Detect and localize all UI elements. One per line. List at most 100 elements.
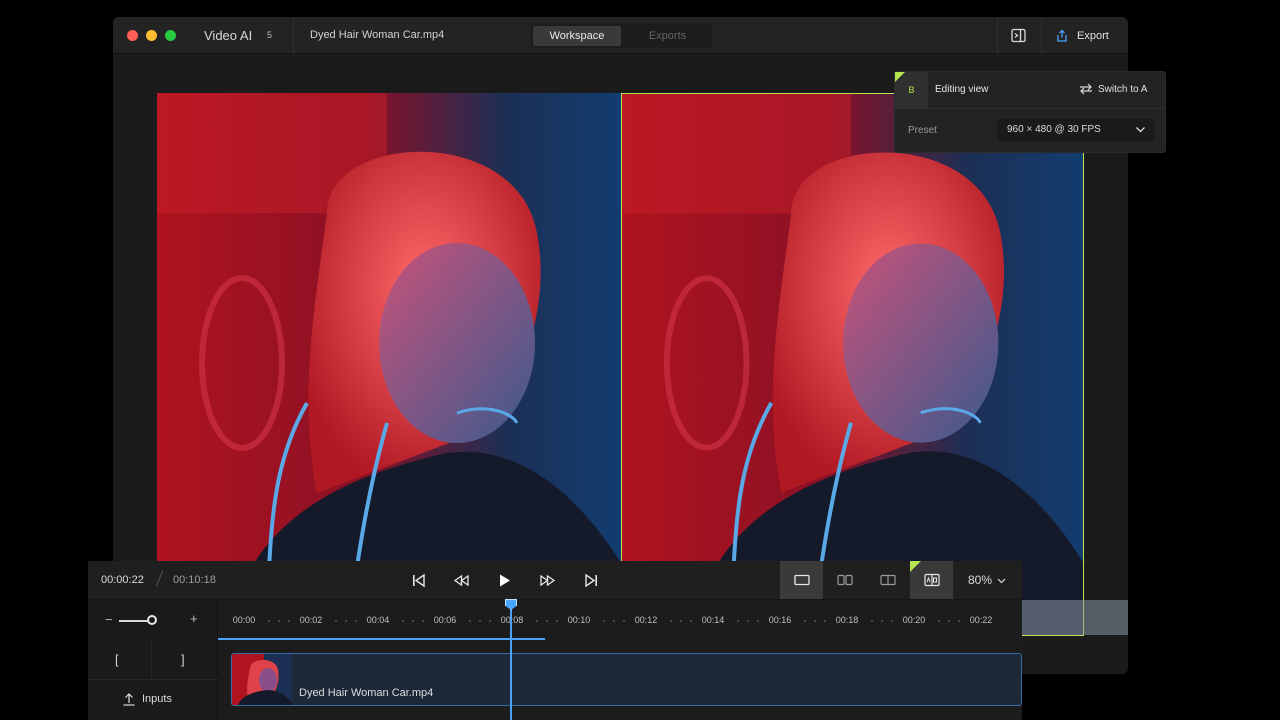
video-clip[interactable]: Dyed Hair Woman Car.mp4 xyxy=(231,653,1022,706)
divider xyxy=(1041,17,1042,54)
preview-enhanced[interactable] xyxy=(621,93,1084,636)
chevron-down-icon xyxy=(1136,127,1145,133)
split-view-icon xyxy=(879,574,896,586)
ruler-tick-label: 00:18 xyxy=(835,615,859,625)
divider xyxy=(895,108,1165,109)
ruler-tick-label: 00:22 xyxy=(969,615,993,625)
maximize-window-button[interactable] xyxy=(165,30,176,41)
video-track: Dyed Hair Woman Car.mp4 xyxy=(218,640,1022,720)
ruler-minor-tick xyxy=(737,620,739,622)
switch-view-button[interactable]: Switch to A xyxy=(1079,83,1147,95)
editing-view-title: Editing view xyxy=(935,84,989,95)
ruler-minor-tick xyxy=(469,620,471,622)
ruler-minor-tick xyxy=(536,620,538,622)
video-frame-image xyxy=(157,93,621,636)
timeline-ruler[interactable]: 00:00 00:02 00:04 00:06 00:08 00:10 00:12 00:14… xyxy=(218,600,1022,640)
ruler-minor-tick xyxy=(804,620,806,622)
ruler-minor-tick xyxy=(680,620,682,622)
ruler-tick-label: 00:12 xyxy=(634,615,658,625)
preview-overflow-strip xyxy=(1022,600,1128,635)
divider xyxy=(997,17,998,54)
single-view-icon xyxy=(793,574,810,586)
play-icon[interactable] xyxy=(496,572,513,589)
set-out-point-button[interactable]: ] xyxy=(181,652,185,667)
upload-icon xyxy=(123,693,135,706)
title-bar: Video AI 5 Dyed Hair Woman Car.mp4 Works… xyxy=(113,17,1128,54)
swap-icon xyxy=(1080,83,1092,95)
ruler-minor-tick xyxy=(268,620,270,622)
export-label: Export xyxy=(1077,30,1109,42)
minimize-window-button[interactable] xyxy=(146,30,157,41)
ruler-minor-tick xyxy=(623,620,625,622)
ruler-minor-tick xyxy=(747,620,749,622)
video-frame-image xyxy=(622,94,1083,635)
ruler-minor-tick xyxy=(422,620,424,622)
ruler-minor-tick xyxy=(958,620,960,622)
ruler-minor-tick xyxy=(479,620,481,622)
ruler-minor-tick xyxy=(690,620,692,622)
compare-overlay-button[interactable] xyxy=(910,561,953,599)
playback-bar: 00:00:22 00:10:18 80% xyxy=(88,561,1022,600)
ruler-minor-tick xyxy=(335,620,337,622)
accent-corner xyxy=(895,72,905,82)
ruler-tick-label: 00:08 xyxy=(500,615,524,625)
clip-thumbnail xyxy=(232,654,292,705)
file-title: Dyed Hair Woman Car.mp4 xyxy=(310,29,445,41)
ruler-minor-tick xyxy=(757,620,759,622)
ruler-minor-tick xyxy=(556,620,558,622)
view-tab-group: Workspace Exports xyxy=(531,24,712,48)
ruler-minor-tick xyxy=(871,620,873,622)
slider-handle[interactable] xyxy=(147,615,157,625)
rewind-icon[interactable] xyxy=(453,572,470,589)
skip-to-end-icon[interactable] xyxy=(583,572,600,589)
divider xyxy=(151,640,152,680)
sidebar-panel-icon[interactable] xyxy=(1010,27,1027,44)
preset-label: Preset xyxy=(908,125,937,136)
tab-exports[interactable]: Exports xyxy=(625,26,710,46)
ruler-minor-tick xyxy=(412,620,414,622)
in-out-controls: [ ] xyxy=(88,640,218,680)
ruler-minor-tick xyxy=(824,620,826,622)
divider xyxy=(293,17,294,54)
tab-workspace[interactable]: Workspace xyxy=(533,26,621,46)
app-version-badge: 5 xyxy=(267,30,273,40)
split-view-button[interactable] xyxy=(866,561,909,599)
ruler-minor-tick xyxy=(489,620,491,622)
fast-forward-icon[interactable] xyxy=(539,572,556,589)
single-view-button[interactable] xyxy=(780,561,823,599)
zoom-out-icon[interactable]: − xyxy=(105,612,113,627)
ruler-tick-label: 00:06 xyxy=(433,615,457,625)
accent-corner xyxy=(910,561,921,572)
export-button[interactable]: Export xyxy=(1055,26,1109,46)
preset-select[interactable]: 960 × 480 @ 30 FPS xyxy=(997,119,1154,141)
editing-view-popover: B Editing view Switch to A Preset 960 × … xyxy=(894,71,1166,153)
ruler-minor-tick xyxy=(546,620,548,622)
ruler-tick-label: 00:02 xyxy=(299,615,323,625)
ruler-minor-tick xyxy=(938,620,940,622)
zoom-in-icon[interactable]: + xyxy=(190,611,198,626)
ruler-minor-tick xyxy=(402,620,404,622)
side-by-side-button[interactable] xyxy=(823,561,866,599)
time-separator xyxy=(155,570,164,587)
ruler-tick-label: 00:14 xyxy=(701,615,725,625)
preview-original[interactable] xyxy=(157,93,621,636)
close-window-button[interactable] xyxy=(127,30,138,41)
ruler-minor-tick xyxy=(345,620,347,622)
ruler-minor-tick xyxy=(814,620,816,622)
zoom-select[interactable]: 80% xyxy=(968,573,1006,587)
ruler-tick-label: 00:00 xyxy=(232,615,256,625)
total-time: 00:10:18 xyxy=(173,574,216,586)
side-by-side-icon xyxy=(836,574,853,586)
ruler-minor-tick xyxy=(948,620,950,622)
playhead-line xyxy=(510,606,512,720)
ruler-minor-tick xyxy=(288,620,290,622)
zoom-value: 80% xyxy=(968,573,993,587)
preset-value: 960 × 480 @ 30 FPS xyxy=(1007,124,1101,135)
share-export-icon xyxy=(1057,29,1067,42)
inputs-button[interactable]: Inputs xyxy=(122,692,172,706)
ruler-minor-tick xyxy=(278,620,280,622)
set-in-point-button[interactable]: [ xyxy=(115,652,119,667)
app-title: Video AI xyxy=(204,28,253,43)
timeline-zoom-slider[interactable]: − + xyxy=(105,611,200,627)
skip-to-start-icon[interactable] xyxy=(410,572,427,589)
